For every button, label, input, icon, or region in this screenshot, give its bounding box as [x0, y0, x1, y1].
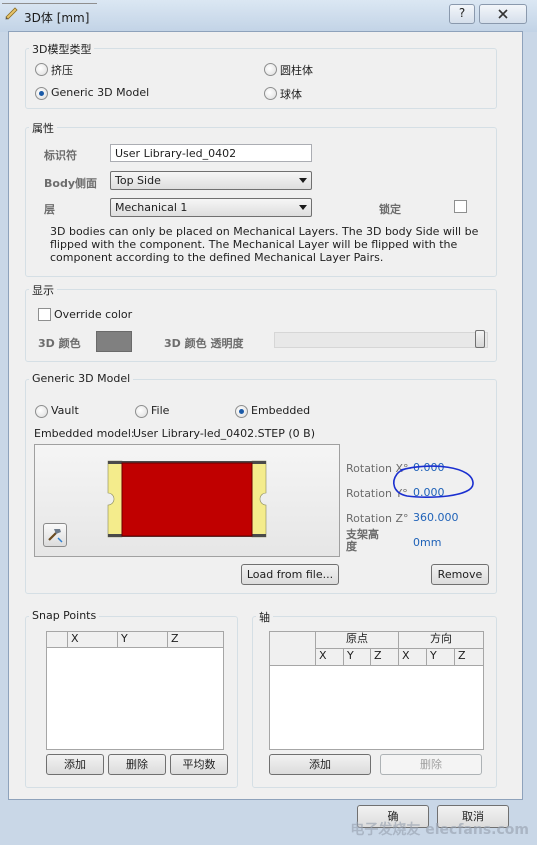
column-header-direction-y[interactable]: Y [427, 649, 455, 666]
led-body [121, 462, 253, 537]
rotation-z-label: Rotation Z° [346, 512, 409, 525]
pad-left [107, 460, 123, 538]
origin-header: 原点 [316, 632, 399, 649]
body-side-value: Top Side [115, 174, 161, 187]
rotation-z-value[interactable]: 360.000 [413, 511, 459, 524]
axis-table[interactable]: 原点 方向 X Y Z X Y Z [269, 631, 484, 750]
identifier-label: 标识符 [44, 149, 77, 162]
properties-title: 属性 [29, 120, 57, 136]
embedded-model-value: User Library-led_0402.STEP (0 B) [133, 427, 316, 440]
mechanical-layer-description: 3D bodies can only be placed on Mechanic… [50, 225, 478, 264]
description-line: flipped with the component. The Mechanic… [50, 238, 458, 251]
column-header-origin-y[interactable]: Y [344, 649, 371, 666]
layer-select[interactable]: Mechanical 1 [110, 198, 312, 217]
close-icon [498, 9, 508, 19]
column-header-direction-z[interactable]: Z [455, 649, 483, 666]
override-color-label: Override color [54, 308, 133, 321]
radio-cylinder[interactable] [264, 63, 277, 76]
radio-cylinder-label: 圆柱体 [280, 64, 313, 77]
layer-value: Mechanical 1 [115, 201, 188, 214]
column-header-direction-x[interactable]: X [399, 649, 427, 666]
display-group: 显示 Override color 3D 颜色 3D 颜色 透明度 [25, 282, 497, 362]
properties-group: 属性 标识符 User Library-led_0402 Body侧面 Top … [25, 120, 497, 277]
snap-points-table[interactable]: X Y Z [46, 631, 224, 750]
axis-title: 轴 [256, 609, 273, 625]
table-corner [270, 632, 316, 666]
title-underline [2, 3, 97, 4]
chevron-down-icon [299, 205, 307, 210]
pad-right [251, 460, 267, 538]
remove-button[interactable]: Remove [431, 564, 489, 585]
radio-file[interactable] [135, 405, 148, 418]
site-watermark: 电子发烧友 elecfans.com [350, 822, 529, 838]
ruler-pencil-icon [5, 7, 18, 20]
radio-sphere-label: 球体 [280, 88, 302, 101]
led-0402-preview [107, 460, 267, 538]
direction-header: 方向 [399, 632, 483, 649]
color-swatch[interactable] [96, 331, 132, 352]
color-label: 3D 颜色 [38, 337, 81, 350]
axis-add-button[interactable]: 添加 [269, 754, 371, 775]
close-button[interactable] [479, 4, 527, 24]
radio-embedded-label: Embedded [251, 404, 311, 417]
radio-extrude[interactable] [35, 63, 48, 76]
body-side-select[interactable]: Top Side [110, 171, 312, 190]
snap-points-group: Snap Points X Y Z 添加 删除 平均数 [25, 609, 238, 788]
transparency-slider-handle[interactable] [475, 330, 485, 348]
lock-checkbox[interactable] [454, 200, 467, 213]
radio-file-label: File [151, 404, 170, 417]
dialog-client-area: 3D模型类型 挤压 圆柱体 Generic 3D Model 球体 属性 标识符… [8, 31, 523, 800]
identifier-input[interactable]: User Library-led_0402 [110, 144, 312, 162]
lock-label: 锁定 [379, 203, 401, 216]
radio-vault-label: Vault [51, 404, 79, 417]
override-color-checkbox[interactable] [38, 308, 51, 321]
description-line: 3D bodies can only be placed on Mechanic… [50, 225, 479, 238]
standoff-height-label: 支架高度 [346, 528, 379, 553]
dialog-window: 3D体 [mm] ? 3D模型类型 挤压 圆柱体 Generic 3D Mode… [0, 0, 537, 845]
model-tool-button[interactable] [43, 523, 67, 547]
load-from-file-button[interactable]: Load from file... [241, 564, 339, 585]
column-header-origin-x[interactable]: X [316, 649, 344, 666]
table-corner [47, 632, 68, 648]
radio-extrude-label: 挤压 [51, 64, 73, 77]
radio-sphere[interactable] [264, 87, 277, 100]
model-type-title: 3D模型类型 [29, 41, 95, 57]
transparency-label: 3D 颜色 透明度 [164, 337, 244, 350]
snap-average-button[interactable]: 平均数 [170, 754, 228, 775]
column-header-z[interactable]: Z [168, 632, 223, 648]
window-title: 3D体 [mm] [24, 11, 90, 25]
embedded-model-label: Embedded model: [34, 427, 135, 440]
chevron-down-icon [299, 178, 307, 183]
display-title: 显示 [29, 282, 57, 298]
axis-group: 轴 原点 方向 X Y Z X Y Z 添加 删除 [252, 609, 497, 788]
model-preview[interactable] [34, 444, 340, 557]
column-header-y[interactable]: Y [118, 632, 168, 648]
standoff-height-value[interactable]: 0mm [413, 536, 441, 549]
axis-delete-button: 删除 [380, 754, 482, 775]
title-bar[interactable]: 3D体 [mm] ? [0, 0, 537, 32]
body-side-label: Body侧面 [44, 177, 97, 190]
generic-3d-model-title: Generic 3D Model [29, 372, 134, 385]
column-header-x[interactable]: X [68, 632, 118, 648]
radio-generic-3d-model-label: Generic 3D Model [51, 86, 150, 99]
help-button[interactable]: ? [449, 4, 475, 24]
snap-points-title: Snap Points [29, 609, 100, 622]
radio-generic-3d-model[interactable] [35, 87, 48, 100]
snap-delete-button[interactable]: 删除 [108, 754, 166, 775]
hammer-icon [48, 529, 63, 543]
column-header-origin-z[interactable]: Z [371, 649, 399, 666]
transparency-slider[interactable] [274, 332, 488, 348]
model-type-group: 3D模型类型 挤压 圆柱体 Generic 3D Model 球体 [25, 41, 497, 109]
radio-vault[interactable] [35, 405, 48, 418]
layer-label: 层 [44, 203, 55, 216]
snap-add-button[interactable]: 添加 [46, 754, 104, 775]
annotation-circle [393, 465, 474, 498]
description-line: component according to the defined Mecha… [50, 251, 384, 264]
radio-embedded[interactable] [235, 405, 248, 418]
